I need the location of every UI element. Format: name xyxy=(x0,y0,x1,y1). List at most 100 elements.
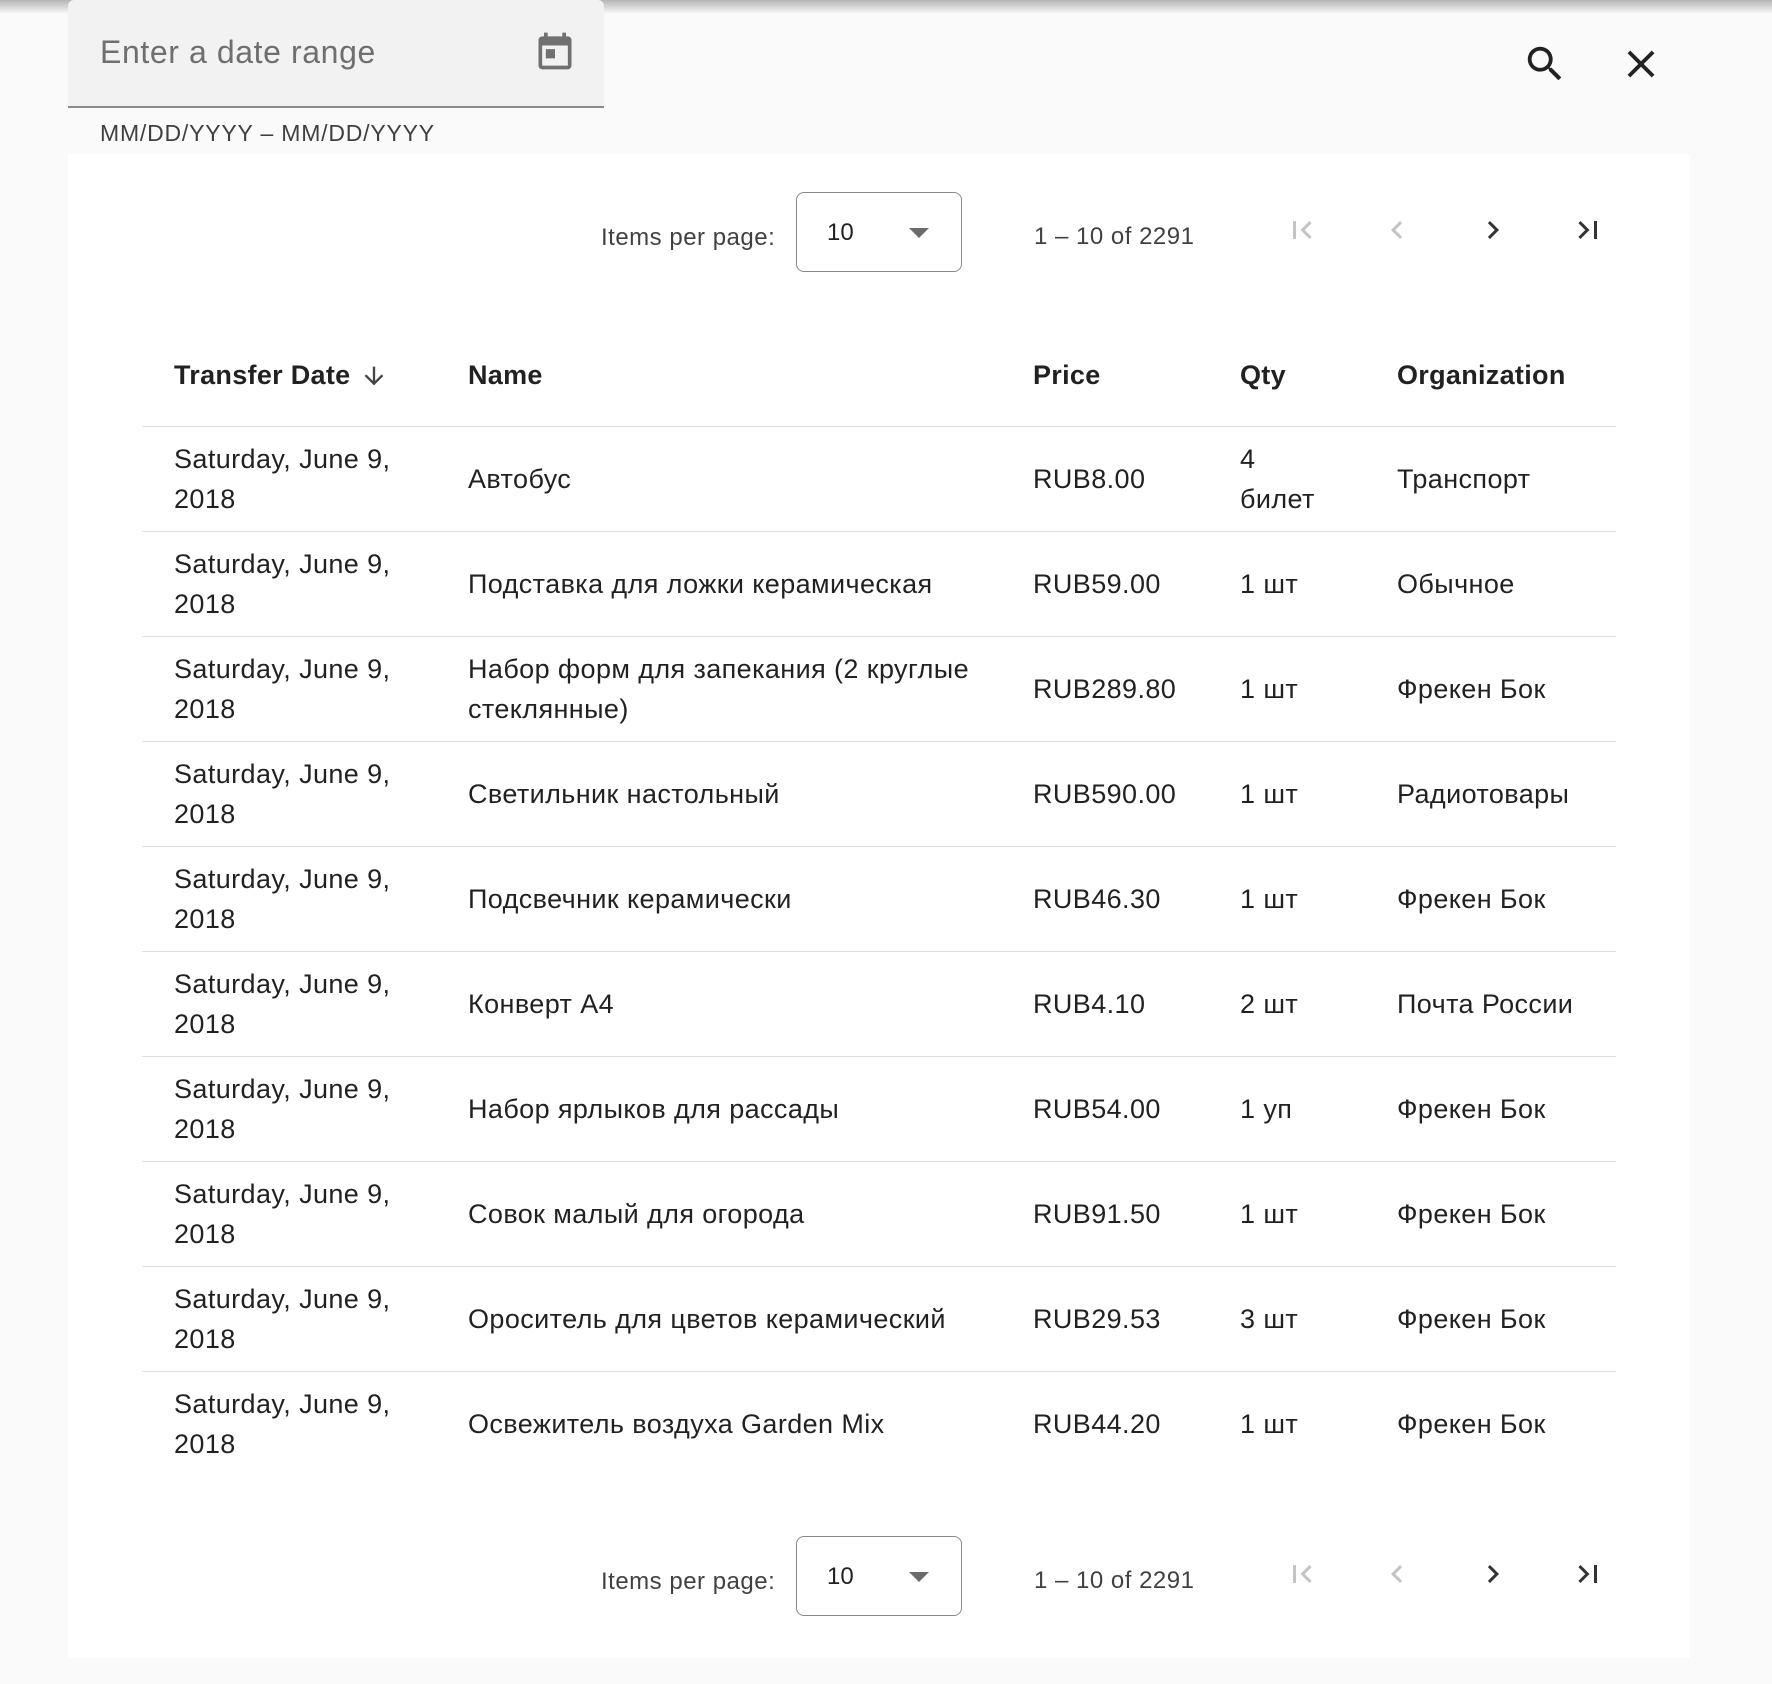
cell-qty: 1 уп xyxy=(1240,1094,1293,1124)
cell-name: Подставка для ложки керамическая xyxy=(468,569,933,599)
date-field-underline xyxy=(68,106,604,108)
items-per-page-label: Items per page: xyxy=(601,1568,776,1595)
cell-name: Совок малый для огорода xyxy=(468,1199,805,1229)
cell-price: RUB91.50 xyxy=(1033,1199,1161,1229)
date-range-field[interactable]: Enter a date range xyxy=(68,0,604,108)
cell-name: Ороситель для цветов керамический xyxy=(468,1304,946,1334)
calendar-button[interactable] xyxy=(526,24,584,82)
table-row[interactable]: Saturday, June 9, 2018 Ороситель для цве… xyxy=(142,1267,1616,1372)
transfers-table: Transfer Date Name Price Qty Organizatio… xyxy=(142,322,1616,1476)
previous-page-button[interactable] xyxy=(1369,1548,1425,1604)
cell-transfer-date: Saturday, June 9, 2018 xyxy=(174,1179,391,1249)
cell-transfer-date: Saturday, June 9, 2018 xyxy=(174,759,391,829)
table-row[interactable]: Saturday, June 9, 2018 Освежитель воздух… xyxy=(142,1372,1616,1476)
close-icon xyxy=(1618,41,1664,92)
cell-organization: Почта России xyxy=(1397,989,1574,1019)
table-header-row: Transfer Date Name Price Qty Organizatio… xyxy=(142,322,1616,427)
cell-organization: Обычное xyxy=(1397,569,1515,599)
cell-price: RUB44.20 xyxy=(1033,1409,1161,1439)
cell-qty: 3 шт xyxy=(1240,1304,1299,1334)
table-row[interactable]: Saturday, June 9, 2018 Совок малый для о… xyxy=(142,1162,1616,1267)
cell-name: Светильник настольный xyxy=(468,779,780,809)
column-header-price[interactable]: Price xyxy=(1033,360,1101,391)
page-size-value: 10 xyxy=(827,1563,854,1590)
first-page-button[interactable] xyxy=(1274,1548,1330,1604)
chevron-right-icon xyxy=(1475,212,1511,253)
first-page-icon xyxy=(1284,212,1320,253)
next-page-button[interactable] xyxy=(1465,204,1521,260)
cell-qty: 1 шт xyxy=(1240,1409,1299,1439)
cell-organization: Транспорт xyxy=(1397,464,1531,494)
page-size-select[interactable]: 10 xyxy=(796,192,962,272)
last-page-icon xyxy=(1570,1556,1606,1597)
last-page-icon xyxy=(1570,212,1606,253)
arrow-down-icon xyxy=(360,362,388,390)
cell-name: Конверт А4 xyxy=(468,989,615,1019)
cell-organization: Фрекен Бок xyxy=(1397,1199,1546,1229)
cell-price: RUB590.00 xyxy=(1033,779,1177,809)
column-header-name[interactable]: Name xyxy=(468,360,543,391)
cell-qty: 1 шт xyxy=(1240,569,1299,599)
page-size-value: 10 xyxy=(827,219,854,246)
close-button[interactable] xyxy=(1609,34,1673,98)
column-header-transfer-date[interactable]: Transfer Date xyxy=(174,360,388,391)
cell-organization: Фрекен Бок xyxy=(1397,1409,1546,1439)
first-page-icon xyxy=(1284,1556,1320,1597)
date-format-hint: MM/DD/YYYY – MM/DD/YYYY xyxy=(100,120,435,146)
table-row[interactable]: Saturday, June 9, 2018 Подсвечник керами… xyxy=(142,847,1616,952)
next-page-button[interactable] xyxy=(1465,1548,1521,1604)
search-button[interactable] xyxy=(1513,34,1577,98)
cell-organization: Фрекен Бок xyxy=(1397,1094,1546,1124)
search-icon xyxy=(1522,41,1568,92)
column-header-qty[interactable]: Qty xyxy=(1240,360,1286,391)
first-page-button[interactable] xyxy=(1274,204,1330,260)
cell-transfer-date: Saturday, June 9, 2018 xyxy=(174,1284,391,1354)
cell-transfer-date: Saturday, June 9, 2018 xyxy=(174,864,391,934)
cell-name: Набор форм для запекания (2 круглые стек… xyxy=(468,654,969,724)
date-range-input[interactable]: Enter a date range xyxy=(100,34,376,71)
cell-transfer-date: Saturday, June 9, 2018 xyxy=(174,654,391,724)
cell-qty: 1 шт xyxy=(1240,674,1299,704)
previous-page-button[interactable] xyxy=(1369,204,1425,260)
last-page-button[interactable] xyxy=(1560,204,1616,260)
table-row[interactable]: Saturday, June 9, 2018 Светильник настол… xyxy=(142,742,1616,847)
cell-organization: Радиотовары xyxy=(1397,779,1570,809)
cell-price: RUB289.80 xyxy=(1033,674,1177,704)
cell-name: Автобус xyxy=(468,464,572,494)
table-row[interactable]: Saturday, June 9, 2018 Набор форм для за… xyxy=(142,637,1616,742)
cell-name: Подсвечник керамически xyxy=(468,884,792,914)
dropdown-arrow-icon xyxy=(909,1572,929,1582)
cell-transfer-date: Saturday, June 9, 2018 xyxy=(174,1074,391,1144)
cell-organization: Фрекен Бок xyxy=(1397,884,1546,914)
cell-price: RUB29.53 xyxy=(1033,1304,1161,1334)
chevron-right-icon xyxy=(1475,1556,1511,1597)
cell-name: Набор ярлыков для рассады xyxy=(468,1094,840,1124)
cell-qty: 1 шт xyxy=(1240,1199,1299,1229)
cell-price: RUB4.10 xyxy=(1033,989,1146,1019)
paginator-top: Items per page: 10 1 – 10 of 2291 xyxy=(68,192,1690,282)
cell-name: Освежитель воздуха Garden Mix xyxy=(468,1409,885,1439)
table-row[interactable]: Saturday, June 9, 2018 Подставка для лож… xyxy=(142,532,1616,637)
table-row[interactable]: Saturday, June 9, 2018 Набор ярлыков для… xyxy=(142,1057,1616,1162)
column-header-label: Transfer Date xyxy=(174,360,351,390)
page-size-select[interactable]: 10 xyxy=(796,1536,962,1616)
chevron-left-icon xyxy=(1379,212,1415,253)
cell-price: RUB8.00 xyxy=(1033,464,1146,494)
cell-transfer-date: Saturday, June 9, 2018 xyxy=(174,444,391,514)
calendar-icon xyxy=(533,29,577,78)
page-range-label: 1 – 10 of 2291 xyxy=(1034,1567,1195,1594)
cell-organization: Фрекен Бок xyxy=(1397,674,1546,704)
last-page-button[interactable] xyxy=(1560,1548,1616,1604)
dropdown-arrow-icon xyxy=(909,228,929,238)
items-per-page-label: Items per page: xyxy=(601,224,776,251)
cell-qty: 2 шт xyxy=(1240,989,1299,1019)
transfers-table-card: Items per page: 10 1 – 10 of 2291 Transf… xyxy=(68,154,1690,1658)
table-row[interactable]: Saturday, June 9, 2018 Конверт А4 RUB4.1… xyxy=(142,952,1616,1057)
column-header-organization[interactable]: Organization xyxy=(1397,360,1566,391)
cell-transfer-date: Saturday, June 9, 2018 xyxy=(174,969,391,1039)
paginator-bottom: Items per page: 10 1 – 10 of 2291 xyxy=(68,1536,1690,1626)
cell-qty: 4 билет xyxy=(1240,444,1315,514)
cell-transfer-date: Saturday, June 9, 2018 xyxy=(174,1389,391,1459)
table-row[interactable]: Saturday, June 9, 2018 Автобус RUB8.00 4… xyxy=(142,427,1616,532)
cell-price: RUB54.00 xyxy=(1033,1094,1161,1124)
